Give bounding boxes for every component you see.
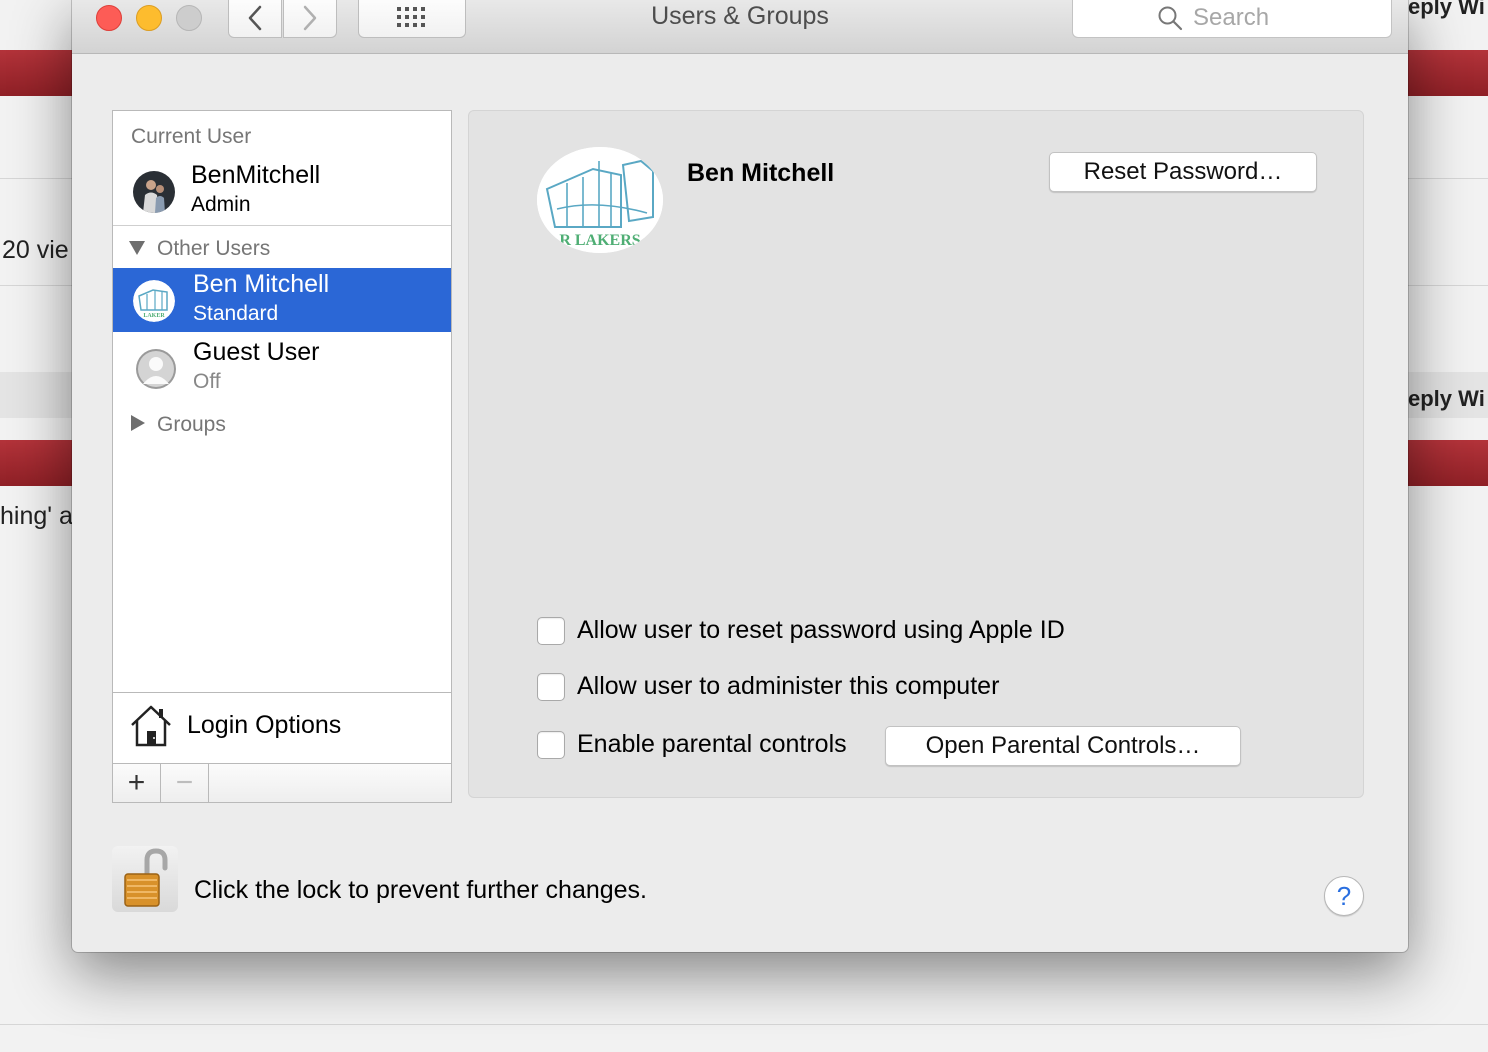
user-name: BenMitchell bbox=[191, 161, 321, 189]
add-user-button[interactable]: + bbox=[113, 764, 161, 802]
user-row-current[interactable]: BenMitchell Admin bbox=[113, 159, 451, 223]
administer-checkbox[interactable] bbox=[537, 672, 565, 701]
groups-heading[interactable]: Groups bbox=[157, 413, 226, 437]
login-options-label: Login Options bbox=[187, 711, 342, 739]
user-role: Standard bbox=[193, 302, 279, 325]
login-options-item[interactable]: Login Options bbox=[112, 692, 452, 764]
background-divider bbox=[0, 1024, 1488, 1025]
remove-user-button[interactable]: − bbox=[161, 764, 209, 802]
background-reply-text: eply Wi bbox=[1408, 0, 1485, 19]
option-reset-apple-id[interactable]: Allow user to reset password using Apple… bbox=[537, 616, 1065, 645]
option-label: Enable parental controls bbox=[577, 730, 847, 758]
users-groups-window: Users & Groups Current User BenMitchell … bbox=[72, 0, 1408, 952]
disclosure-down-icon[interactable] bbox=[129, 241, 145, 255]
option-parental-controls[interactable]: Enable parental controls bbox=[537, 730, 847, 759]
avatar: LAKER bbox=[133, 280, 175, 322]
user-role: Off bbox=[193, 370, 221, 393]
lock-button[interactable] bbox=[112, 846, 178, 912]
search-input[interactable] bbox=[1193, 3, 1383, 32]
background-snippet-text: hing' a bbox=[0, 502, 73, 530]
list-divider bbox=[113, 225, 451, 226]
background-views-text: 20 vie bbox=[2, 236, 69, 264]
guest-avatar-icon bbox=[135, 348, 177, 390]
user-role: Admin bbox=[191, 193, 251, 216]
lock-message: Click the lock to prevent further change… bbox=[194, 876, 648, 904]
other-users-heading: Other Users bbox=[157, 237, 271, 260]
user-detail-panel: R LAKERS Ben Mitchell Reset Password… Al… bbox=[468, 110, 1364, 798]
search-field[interactable] bbox=[1072, 0, 1392, 38]
user-name: Ben Mitchell bbox=[193, 270, 330, 298]
avatar bbox=[133, 171, 175, 213]
add-remove-bar: + − bbox=[112, 763, 452, 803]
search-icon bbox=[1158, 6, 1183, 30]
option-administer[interactable]: Allow user to administer this computer bbox=[537, 672, 999, 701]
open-parental-controls-button[interactable]: Open Parental Controls… bbox=[885, 726, 1241, 766]
user-name: Guest User bbox=[193, 338, 320, 366]
disclosure-right-icon[interactable] bbox=[131, 415, 145, 431]
user-row-ben-mitchell[interactable]: LAKER Ben Mitchell Standard bbox=[113, 268, 451, 332]
user-row-guest[interactable]: Guest User Off bbox=[113, 336, 451, 400]
reset-apple-id-checkbox[interactable] bbox=[537, 616, 565, 645]
user-full-name: Ben Mitchell bbox=[687, 159, 835, 187]
picture-text: R LAKERS bbox=[559, 232, 640, 249]
user-picture[interactable]: R LAKERS bbox=[537, 147, 663, 253]
reset-password-button[interactable]: Reset Password… bbox=[1049, 152, 1317, 192]
help-button[interactable]: ? bbox=[1324, 876, 1364, 916]
parental-controls-checkbox[interactable] bbox=[537, 730, 565, 759]
background-reply-text: eply Wi bbox=[1408, 386, 1485, 411]
title-bar: Users & Groups bbox=[72, 0, 1408, 54]
option-label: Allow user to reset password using Apple… bbox=[577, 616, 1065, 644]
unlocked-padlock-icon bbox=[124, 848, 168, 907]
option-label: Allow user to administer this computer bbox=[577, 672, 1000, 700]
user-list: Current User BenMitchell Admin Other Use… bbox=[112, 110, 452, 694]
svg-text:LAKER: LAKER bbox=[143, 313, 165, 319]
current-user-heading: Current User bbox=[131, 125, 252, 148]
house-icon bbox=[131, 705, 171, 747]
